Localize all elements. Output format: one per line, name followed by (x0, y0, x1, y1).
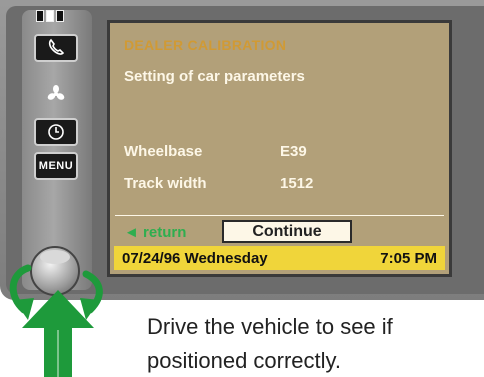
phone-icon (48, 38, 65, 55)
param-value: E39 (280, 143, 307, 160)
status-date-day: 07/24/96 Wednesday (122, 250, 268, 267)
param-value: 1512 (280, 175, 314, 192)
status-date: 07/24/96 (122, 249, 181, 267)
divider (115, 215, 444, 216)
screen-subtitle: Setting of car parameters (124, 68, 305, 85)
indicator-lights (36, 10, 64, 22)
clock-button[interactable] (34, 118, 78, 146)
continue-label: Continue (252, 222, 322, 240)
menu-button[interactable]: MENU (34, 152, 78, 180)
phone-button[interactable] (34, 34, 78, 62)
menu-button-label: MENU (38, 160, 74, 172)
status-day: Wednesday (184, 249, 268, 267)
instruction-arrows (9, 264, 103, 377)
param-label: Track width (124, 175, 207, 192)
caption-line-1: Drive the vehicle to see if (147, 314, 393, 339)
caption-line-2: positioned correctly. (147, 348, 342, 373)
param-row-wheelbase: Wheelbase E39 (124, 143, 307, 160)
status-bar: 07/24/96 Wednesday 7:05 PM (114, 246, 445, 270)
clock-icon (48, 124, 64, 140)
fan-button[interactable] (34, 80, 78, 108)
display-screen: DEALER CALIBRATION Setting of car parame… (107, 20, 452, 277)
screen-title: DEALER CALIBRATION (124, 37, 287, 53)
fan-icon (47, 85, 65, 100)
param-row-track-width: Track width 1512 (124, 175, 313, 192)
continue-button[interactable]: Continue (222, 220, 352, 243)
param-label: Wheelbase (124, 143, 203, 160)
return-button[interactable]: ◄ return (124, 224, 186, 241)
status-time: 7:05 PM (380, 249, 437, 267)
